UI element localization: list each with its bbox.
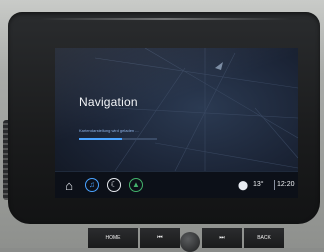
loading-progress-fill <box>79 138 122 140</box>
location-icon: ⬤ <box>237 179 249 190</box>
loading-progress-bar <box>79 138 157 140</box>
loading-status-text: Kartendarstellung wird geladen ... <box>79 128 139 133</box>
home-hard-button[interactable]: HOME <box>88 228 138 248</box>
next-track-button[interactable]: ⏭ <box>202 228 242 248</box>
clock-readout: 12:20 <box>277 181 295 188</box>
infotainment-screen: Navigation Kartendarstellung wird gelade… <box>55 48 298 198</box>
volume-knob[interactable] <box>180 232 200 252</box>
divider <box>274 180 275 190</box>
temperature-readout: 13° <box>253 181 264 188</box>
nav-icon[interactable]: ▲ <box>129 178 143 192</box>
hardware-buttons: HOME ⏮ ⏭ BACK <box>58 228 298 252</box>
page-title: Navigation <box>79 95 138 109</box>
phone-icon[interactable]: ☾ <box>107 178 121 192</box>
home-icon[interactable]: ⌂ <box>61 177 77 193</box>
bezel-highlight <box>40 18 290 20</box>
dashboard: Navigation Kartendarstellung wird gelade… <box>0 0 324 252</box>
previous-track-button[interactable]: ⏮ <box>140 228 180 248</box>
back-hard-button[interactable]: BACK <box>244 228 284 248</box>
bottom-bar: ⌂ ♫ ☾ ▲ ⬤ 13° 12:20 <box>55 171 298 198</box>
media-icon[interactable]: ♫ <box>85 178 99 192</box>
